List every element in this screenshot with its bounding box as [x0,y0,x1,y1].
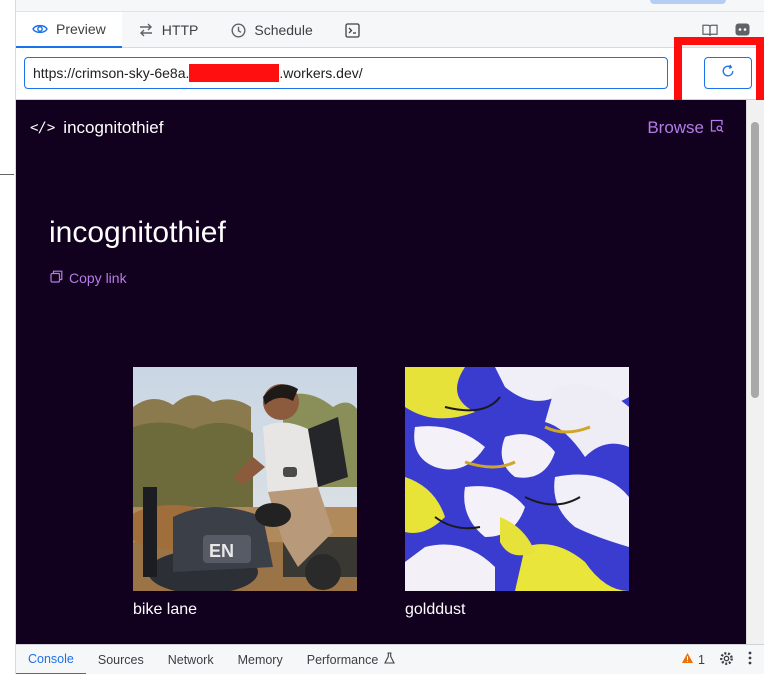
more-vertical-icon[interactable] [748,651,752,668]
terminal-icon [345,22,361,38]
card-image-golddust[interactable] [405,367,629,591]
preview-tab-bar: Preview HTTP Schedule [16,12,764,48]
refresh-icon [721,64,735,83]
tab-label: Preview [56,21,106,37]
tab-preview[interactable]: Preview [16,12,122,48]
url-bar: https://crimson-sky-6e8a. .workers.dev/ [16,48,764,100]
preview-frame: </> incognitothief Browse incognitothief… [16,100,746,644]
card-caption: golddust [405,601,466,618]
svg-text:EN: EN [209,541,234,561]
card-image-bike[interactable]: EN [133,367,357,591]
search-box-icon [710,118,724,138]
warning-count: 1 [698,652,705,667]
gallery-card[interactable]: EN bike lane [133,367,357,619]
redacted-segment [189,64,280,82]
tab-sources[interactable]: Sources [86,645,156,674]
copy-icon [50,270,63,286]
tab-schedule[interactable]: Schedule [214,12,328,48]
tab-console[interactable]: Console [16,645,86,674]
gear-icon[interactable] [719,651,734,669]
code-icon: </> [30,120,56,136]
tab-network[interactable]: Network [156,645,226,674]
url-suffix: .workers.dev/ [279,65,363,81]
url-input[interactable]: https://crimson-sky-6e8a. .workers.dev/ [24,57,668,89]
top-strip [16,0,764,12]
tab-http[interactable]: HTTP [122,12,215,48]
page-title: incognitothief [49,216,226,249]
devtools-right-controls: 1 [681,651,764,669]
book-icon[interactable] [702,22,718,38]
site-logo[interactable]: </> incognitothief [30,118,163,138]
copy-link-label: Copy link [69,270,127,286]
discord-icon[interactable] [734,22,750,38]
gallery-card[interactable]: golddust [405,367,629,619]
copy-link-button[interactable]: Copy link [50,270,127,286]
tab-label: Schedule [254,22,313,38]
tab-label: Performance [306,652,379,667]
url-prefix: https://crimson-sky-6e8a. [33,65,190,81]
warning-icon [681,652,694,667]
tab-terminal[interactable] [329,12,377,48]
divider [0,174,14,175]
warning-indicator[interactable]: 1 [681,652,705,667]
refresh-button[interactable] [704,57,752,89]
toolbar-right-icons [702,12,764,47]
browse-label: Browse [647,118,704,137]
preview-scrollbar[interactable] [746,100,764,644]
tab-performance[interactable]: Performance [295,645,408,674]
scrollbar-thumb[interactable] [751,122,759,398]
clock-icon [230,22,246,38]
left-panel-edge [0,0,16,674]
app-window: Preview HTTP Schedule https://crimson-sk… [0,0,764,674]
browse-link[interactable]: Browse [647,118,724,138]
devtools-tab-bar: Console Sources Network Memory Performan… [16,644,764,674]
tab-memory[interactable]: Memory [226,645,295,674]
eye-icon [32,21,48,37]
card-caption: bike lane [133,601,198,618]
tab-label: HTTP [161,22,199,38]
top-button-edge[interactable] [650,0,726,4]
flask-icon [384,652,396,667]
swap-arrows-icon [138,22,154,38]
site-name: incognitothief [63,118,164,137]
